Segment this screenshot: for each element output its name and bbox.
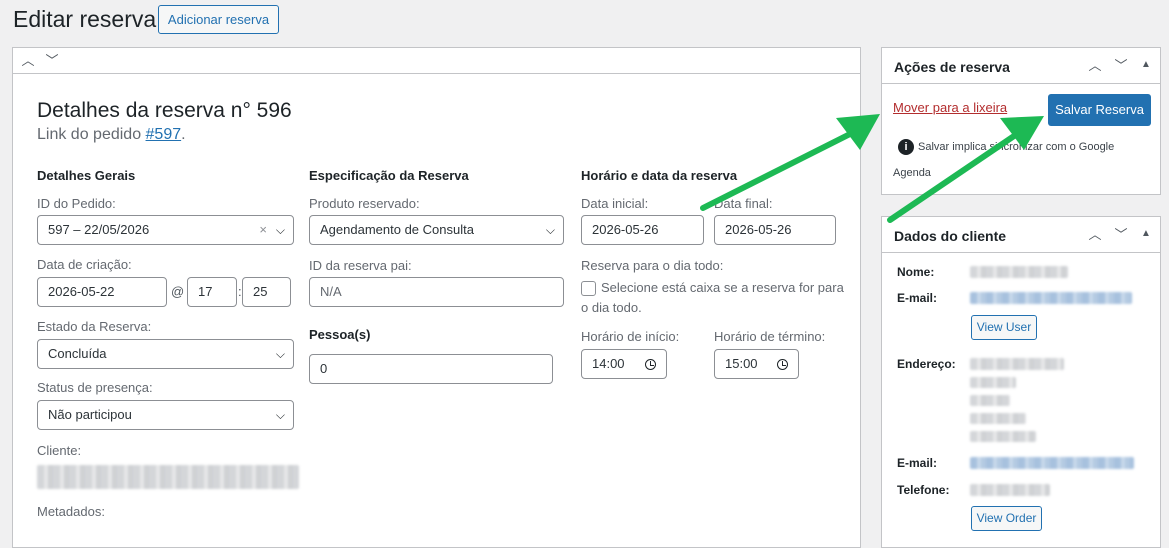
created-label: Data de criação: [37,257,132,272]
sync-note-2: Agenda [893,167,931,179]
parent-id-label: ID da reserva pai: [309,258,412,273]
panel-header: ︿ ﹀ [13,48,860,74]
at-sign: @ [171,284,185,299]
customer-panel: Dados do cliente ︿ ﹀ ▲ Nome: E-mail: Vie… [881,216,1161,548]
booking-title: Detalhes da reserva n° 596 [37,99,292,122]
triangle-up-icon[interactable]: ▲ [1137,56,1155,74]
name-value-redacted [970,266,1068,278]
customer-title: Dados do cliente [894,228,1007,244]
product-label: Produto reservado: [309,196,420,211]
email2-label: E-mail: [897,456,938,470]
order-link-suffix: . [181,126,186,143]
schedule-heading: Horário e data da reserva [581,168,738,183]
order-link[interactable]: #597 [146,126,182,143]
product-value: Agendamento de Consulta [320,222,474,237]
save-booking-button[interactable]: Salvar Reserva [1048,94,1151,126]
sync-note-1: Salvar implica sincronizar com o Google [918,141,1115,153]
chevron-up-icon[interactable]: ︿ [19,52,37,70]
start-time-label: Horário de início: [581,329,680,344]
presence-value: Não participou [48,407,132,422]
allday-label: Reserva para o dia todo: [581,258,724,273]
clock-icon[interactable] [777,359,788,370]
email2-value-redacted[interactable] [970,457,1134,469]
allday-help-2: o dia todo. [581,300,642,315]
address-line-redacted [970,413,1026,424]
status-select[interactable]: Concluída ⌵ [37,339,294,369]
chevron-down-icon: ⌵ [275,408,285,422]
phone-value-redacted [970,484,1050,496]
name-label: Nome: [897,265,935,279]
chevron-down-icon[interactable]: ﹀ [1112,226,1130,244]
address-line-redacted [970,395,1010,406]
presence-select[interactable]: Não participou ⌵ [37,400,294,430]
booking-actions-panel: Ações de reserva ︿ ﹀ ▲ Mover para a lixe… [881,47,1161,195]
chevron-down-icon[interactable]: ﹀ [43,52,61,70]
order-id-select[interactable]: 597 – 22/05/2026 × ⌵ [37,215,294,245]
parent-id-input[interactable]: N/A [309,277,564,307]
page-title: Editar reserva [13,6,157,32]
start-time-value: 14:00 [592,356,625,371]
actions-title: Ações de reserva [894,59,1010,75]
chevron-up-icon[interactable]: ︿ [1086,57,1104,75]
booking-details-panel: ︿ ﹀ Detalhes da reserva n° 596 Link do p… [12,47,861,548]
created-date-input[interactable]: 2026-05-22 [37,277,167,307]
order-link-prefix: Link do pedido [37,126,146,143]
info-icon: i [898,139,914,155]
email-label: E-mail: [897,291,938,305]
start-date-label: Data inicial: [581,196,649,211]
created-hour-input[interactable]: 17 [187,277,237,307]
customer-header: Dados do cliente ︿ ﹀ ▲ [882,217,1160,253]
address-line-redacted [970,431,1036,442]
chevron-down-icon: ⌵ [275,223,285,237]
chevron-down-icon: ⌵ [545,223,555,237]
order-link-line: Link do pedido #597. [37,126,186,144]
chevron-up-icon[interactable]: ︿ [1086,226,1104,244]
address-label: Endereço: [897,357,956,371]
status-label: Estado da Reserva: [37,319,152,334]
persons-input[interactable]: 0 [309,354,553,384]
metadata-label: Metadados: [37,504,105,519]
client-label: Cliente: [37,443,82,458]
end-date-input[interactable]: 2026-05-26 [714,215,836,245]
view-order-button[interactable]: View Order [971,506,1042,531]
allday-checkbox[interactable] [581,281,596,296]
end-time-input[interactable]: 15:00 [714,349,799,379]
triangle-up-icon[interactable]: ▲ [1137,225,1155,243]
persons-label: Pessoa(s) [309,327,371,342]
presence-label: Status de presença: [37,380,153,395]
email-value-redacted[interactable] [970,292,1132,304]
product-select[interactable]: Agendamento de Consulta ⌵ [309,215,564,245]
order-id-value: 597 – 22/05/2026 [48,222,150,237]
end-time-value: 15:00 [725,356,758,371]
status-value: Concluída [48,346,107,361]
spec-heading: Especificação da Reserva [309,168,469,183]
chevron-down-icon: ⌵ [275,347,285,361]
order-id-label: ID do Pedido: [37,196,116,211]
start-time-input[interactable]: 14:00 [581,349,667,379]
clock-icon[interactable] [645,359,656,370]
phone-label: Telefone: [897,483,950,497]
address-line-redacted [970,358,1064,370]
clear-icon[interactable]: × [259,216,267,244]
address-line-redacted [970,377,1016,388]
general-heading: Detalhes Gerais [37,168,136,183]
move-to-trash-link[interactable]: Mover para a lixeira [893,100,1007,115]
actions-header: Ações de reserva ︿ ﹀ ▲ [882,48,1160,84]
end-date-label: Data final: [714,196,773,211]
created-minute-input[interactable]: 25 [242,277,291,307]
chevron-down-icon[interactable]: ﹀ [1112,57,1130,75]
allday-help-1: Selecione está caixa se a reserva for pa… [601,280,844,295]
client-field-redacted[interactable] [37,465,299,489]
view-user-button[interactable]: View User [971,315,1037,340]
end-time-label: Horário de término: [714,329,826,344]
start-date-input[interactable]: 2026-05-26 [581,215,704,245]
add-booking-button[interactable]: Adicionar reserva [158,5,279,34]
